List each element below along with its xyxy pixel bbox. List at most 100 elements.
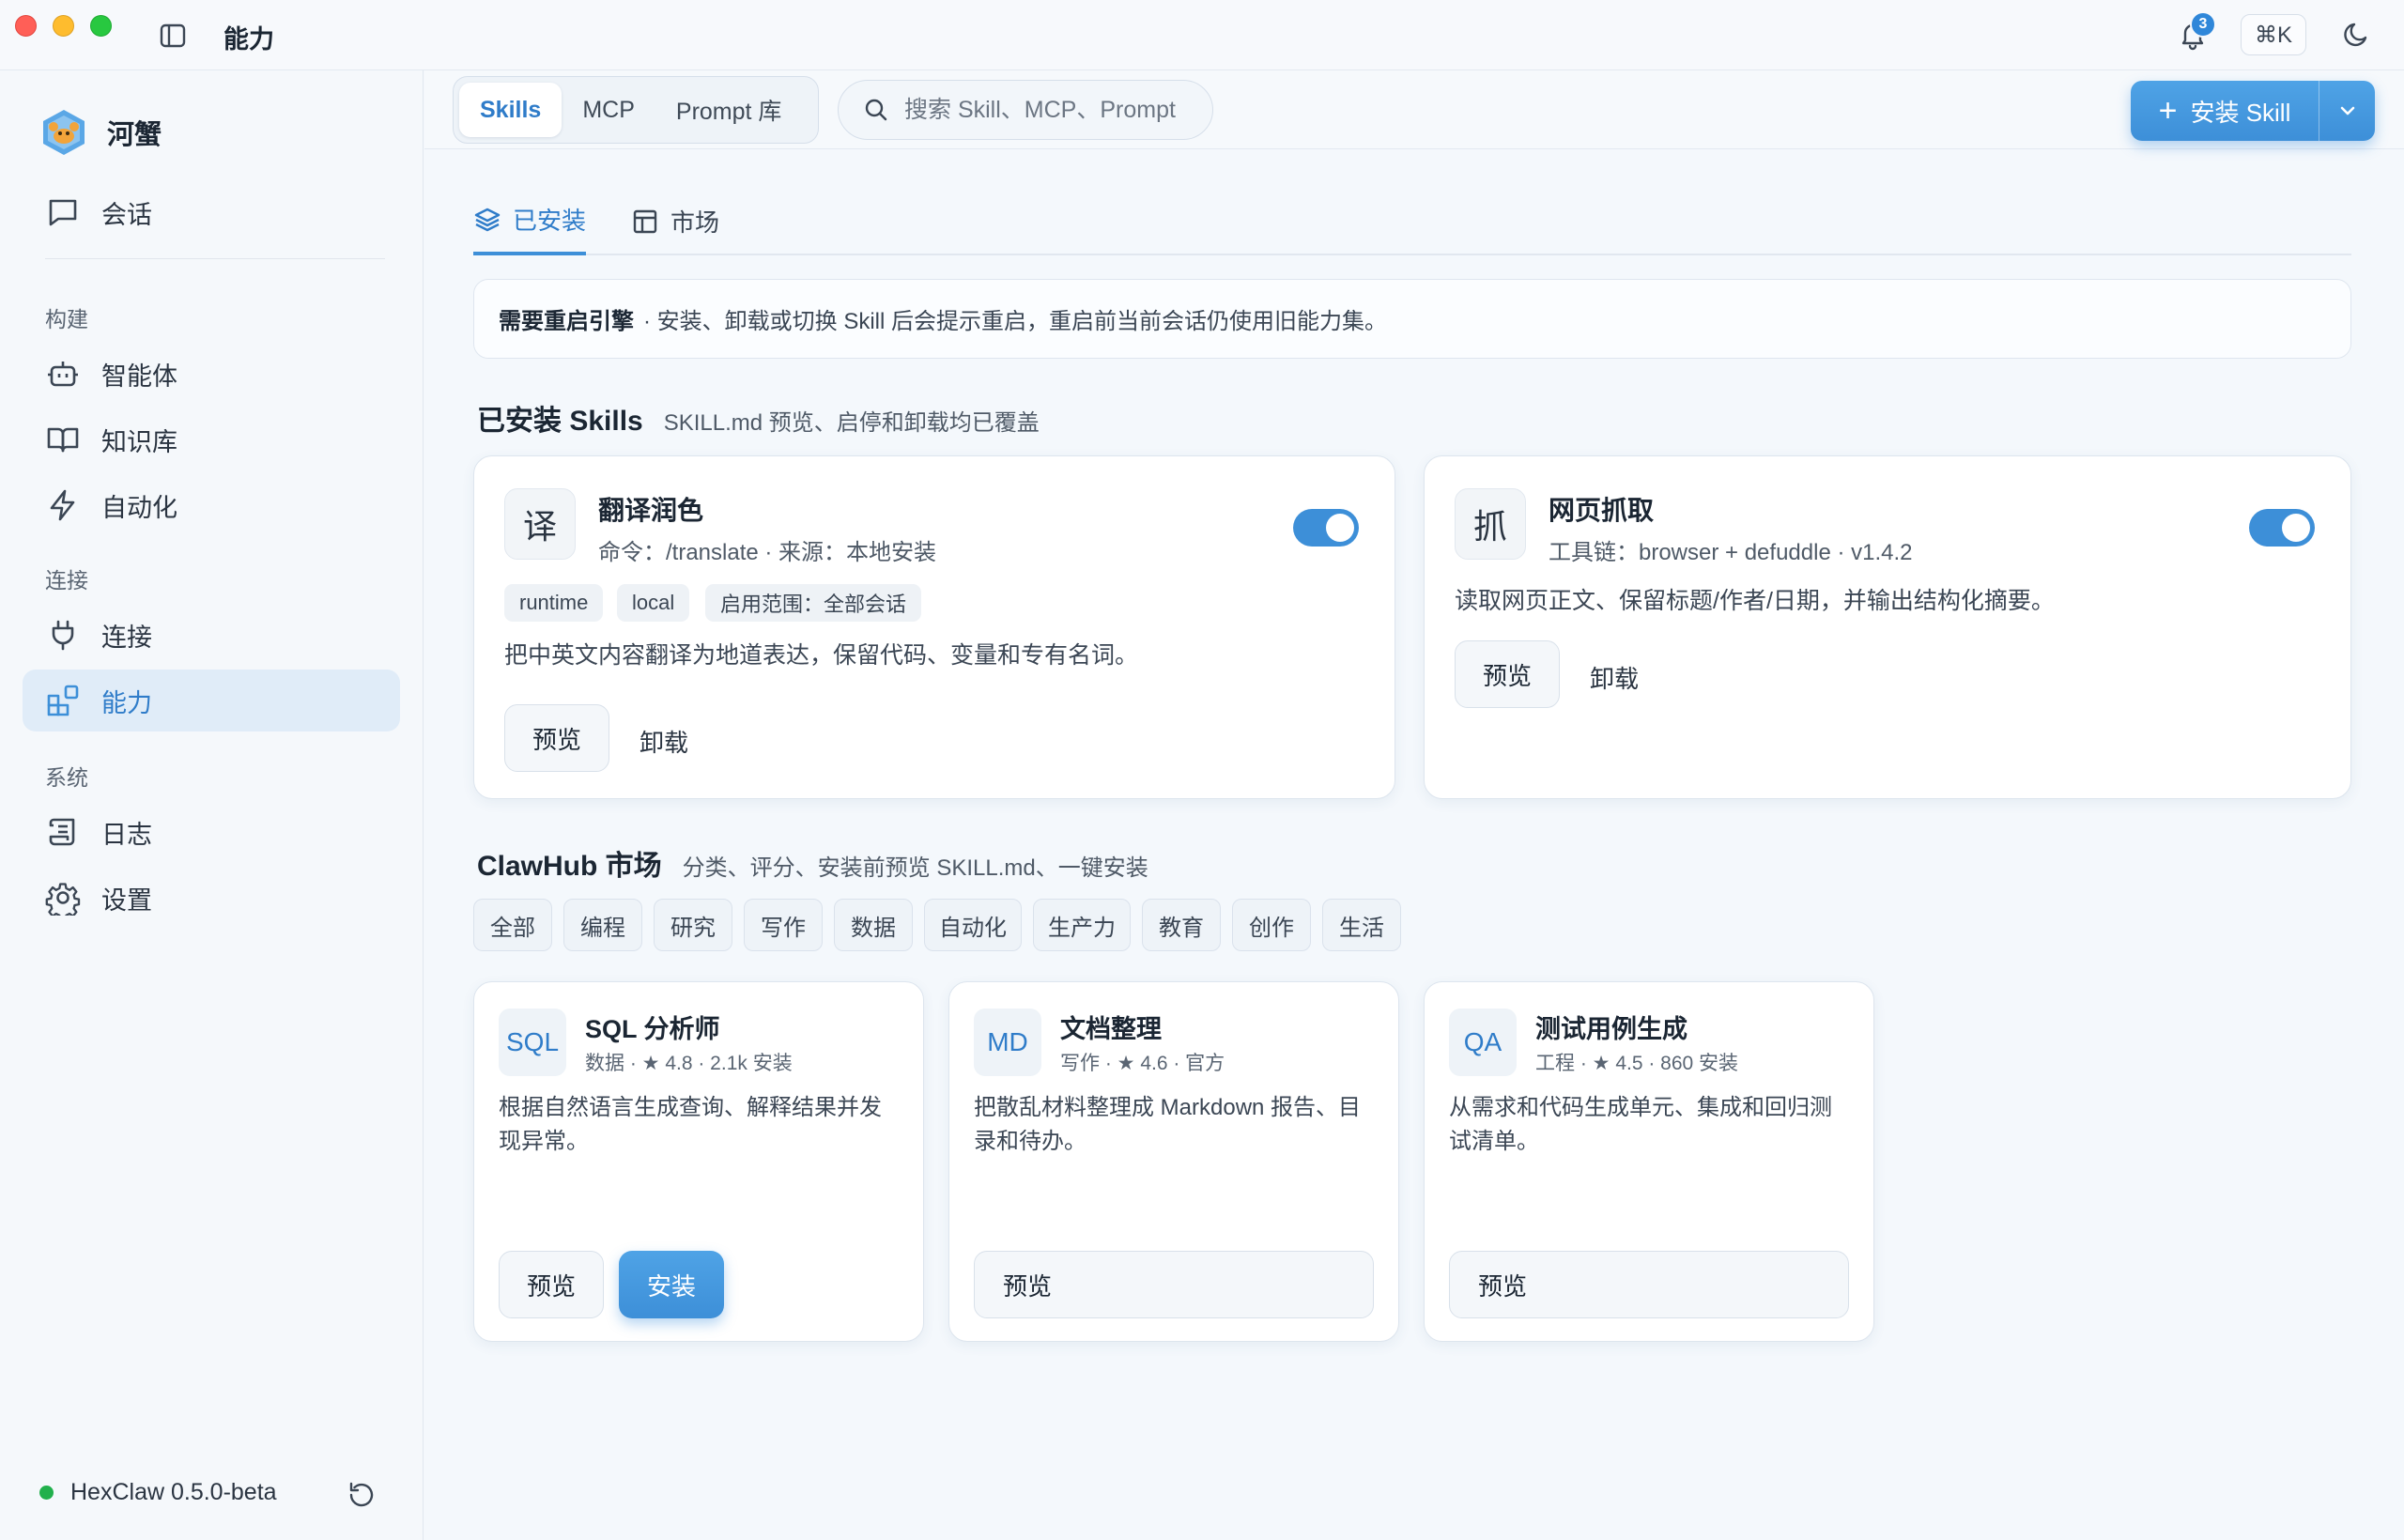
skill-description: 读取网页正文、保留标题/作者/日期，并输出结构化摘要。 xyxy=(1455,588,2055,614)
search-icon xyxy=(865,99,887,121)
market-skill-card: QA 测试用例生成 工程 · ★ 4.5 · 860 安装 从需求和代码生成单元… xyxy=(1424,981,1874,1342)
section-subtitle: SKILL.md 预览、启停和卸载均已覆盖 xyxy=(663,410,1040,436)
moon-icon[interactable] xyxy=(2340,19,2372,51)
market-skill-icon: SQL xyxy=(499,1009,566,1076)
chat-bubble-icon xyxy=(49,199,77,226)
skill-enable-toggle[interactable] xyxy=(1293,509,1359,547)
skill-tag: 启用范围：全部会话 xyxy=(705,584,922,622)
category-filter[interactable]: 全部 xyxy=(473,899,552,951)
preview-button[interactable]: 预览 xyxy=(1449,1251,1849,1318)
brand[interactable]: 河蟹 xyxy=(39,108,162,157)
sidebar-item-connections[interactable]: 连接 xyxy=(23,604,400,666)
category-filter[interactable]: 研究 xyxy=(654,899,732,951)
restart-notice: 需要重启引擎 · 安装、卸载或切换 Skill 后会提示重启，重启前当前会话仍使… xyxy=(473,279,2351,359)
skill-icon: 抓 xyxy=(1455,488,1526,560)
plug-icon xyxy=(52,620,74,651)
sidebar-item-label: 会话 xyxy=(101,200,152,229)
market-skill-description: 从需求和代码生成单元、集成和回归测试清单。 xyxy=(1449,1095,1832,1154)
sidebar-item-knowledge[interactable]: 知识库 xyxy=(23,408,400,470)
sidebar: 河蟹 会话 构建 智能体 知识库 自动化 连接 连接 能力 系统 日志 设置 H… xyxy=(0,70,424,1540)
title-bar: 能力 3 ⌘K xyxy=(0,0,2404,70)
type-segmented-control: Skills MCP Prompt 库 xyxy=(453,76,819,144)
sidebar-toggle-icon[interactable] xyxy=(158,21,188,51)
market-skill-description: 根据自然语言生成查询、解释结果并发现异常。 xyxy=(499,1095,882,1154)
crab-logo-icon xyxy=(39,108,88,157)
segment-mcp[interactable]: MCP xyxy=(562,83,655,137)
skill-meta: 工具链：browser + defuddle · v1.4.2 xyxy=(1549,540,1913,565)
sidebar-item-agents[interactable]: 智能体 xyxy=(23,343,400,405)
window-zoom-button[interactable] xyxy=(90,15,112,37)
market-skill-name: 文档整理 xyxy=(1060,1015,1162,1043)
category-filter[interactable]: 生活 xyxy=(1322,899,1401,951)
install-button[interactable]: 安装 xyxy=(619,1251,724,1318)
sidebar-item-chat[interactable]: 会话 xyxy=(23,181,400,243)
market-skill-meta: 写作 · ★ 4.6 · 官方 xyxy=(1060,1053,1225,1074)
market-skill-icon: QA xyxy=(1449,1009,1517,1076)
sidebar-item-capabilities[interactable]: 能力 xyxy=(23,670,400,732)
install-skill-label: 安装 Skill xyxy=(2190,98,2291,127)
sidebar-item-label: 设置 xyxy=(101,886,152,915)
refresh-icon[interactable] xyxy=(346,1479,378,1511)
skill-description: 把中英文内容翻译为地道表达，保留代码、变量和专有名词。 xyxy=(504,642,1139,669)
segment-prompt-library[interactable]: Prompt 库 xyxy=(655,83,803,137)
robot-icon xyxy=(48,362,78,387)
command-palette-button[interactable]: ⌘K xyxy=(2241,14,2306,55)
preview-button[interactable]: 预览 xyxy=(499,1251,604,1318)
category-filter[interactable]: 创作 xyxy=(1232,899,1311,951)
install-skill-button[interactable]: + 安装 Skill xyxy=(2131,81,2375,141)
version-label: HexClaw 0.5.0-beta xyxy=(70,1479,277,1505)
category-filter[interactable]: 数据 xyxy=(834,899,913,951)
window-minimize-button[interactable] xyxy=(53,15,74,37)
plus-icon: + xyxy=(2158,92,2178,129)
toggle-knob xyxy=(1326,514,1354,542)
uninstall-button[interactable]: 卸载 xyxy=(1590,660,1639,695)
category-filter[interactable]: 写作 xyxy=(744,899,823,951)
toolbar: Skills MCP Prompt 库 + 安装 Skill xyxy=(424,70,2404,149)
install-skill-main[interactable]: + 安装 Skill xyxy=(2131,81,2319,141)
market-skill-card: SQL SQL 分析师 数据 · ★ 4.8 · 2.1k 安装 根据自然语言生… xyxy=(473,981,924,1342)
gear-icon xyxy=(45,883,81,916)
layers-icon xyxy=(474,208,501,231)
notification-badge: 3 xyxy=(2190,11,2216,38)
market-skill-description: 把散乱材料整理成 Markdown 报告、目录和待办。 xyxy=(974,1095,1362,1154)
sidebar-item-label: 知识库 xyxy=(101,427,177,456)
tab-installed[interactable]: 已安装 xyxy=(473,187,586,255)
preview-button[interactable]: 预览 xyxy=(1455,640,1560,708)
window-close-button[interactable] xyxy=(15,15,37,37)
chevron-down-icon xyxy=(2340,106,2354,116)
tab-label: 已安装 xyxy=(513,207,587,235)
page-title: 能力 xyxy=(223,25,274,54)
skill-meta: 命令：/translate · 来源：本地安装 xyxy=(598,540,937,565)
layout-icon xyxy=(633,209,657,233)
tab-market[interactable]: 市场 xyxy=(631,187,725,255)
blocks-icon xyxy=(47,685,79,716)
search-input[interactable] xyxy=(904,96,1205,124)
uninstall-button[interactable]: 卸载 xyxy=(640,724,688,759)
category-filter[interactable]: 编程 xyxy=(563,899,642,951)
skill-enable-toggle[interactable] xyxy=(2249,509,2315,547)
notice-text: · 安装、卸载或切换 Skill 后会提示重启，重启前当前会话仍使用旧能力集。 xyxy=(643,309,1387,334)
section-label-connect: 连接 xyxy=(45,568,88,593)
sidebar-item-logs[interactable]: 日志 xyxy=(23,801,400,863)
market-skill-meta: 工程 · ★ 4.5 · 860 安装 xyxy=(1535,1053,1739,1074)
sidebar-item-label: 连接 xyxy=(101,623,152,652)
install-options-dropdown[interactable] xyxy=(2319,81,2375,141)
sidebar-item-automation[interactable]: 自动化 xyxy=(23,474,400,536)
version-status: HexClaw 0.5.0-beta xyxy=(39,1479,277,1506)
preview-button[interactable]: 预览 xyxy=(504,704,609,772)
skill-name: 网页抓取 xyxy=(1549,496,1655,525)
main-content: Skills MCP Prompt 库 + 安装 Skill xyxy=(424,70,2404,1540)
sidebar-item-settings[interactable]: 设置 xyxy=(23,867,400,929)
category-filter[interactable]: 教育 xyxy=(1142,899,1221,951)
category-filter[interactable]: 自动化 xyxy=(924,899,1022,951)
category-filter[interactable]: 生产力 xyxy=(1033,899,1131,951)
market-skill-meta: 数据 · ★ 4.8 · 2.1k 安装 xyxy=(585,1053,793,1074)
search-box[interactable] xyxy=(838,80,1213,140)
section-label-build: 构建 xyxy=(45,307,88,331)
brand-name: 河蟹 xyxy=(107,120,162,150)
segment-skills[interactable]: Skills xyxy=(459,83,562,137)
preview-button[interactable]: 预览 xyxy=(974,1251,1374,1318)
section-title: 已安装 Skills xyxy=(477,406,643,437)
market-skill-card: MD 文档整理 写作 · ★ 4.6 · 官方 把散乱材料整理成 Markdow… xyxy=(948,981,1399,1342)
notice-strong: 需要重启引擎 xyxy=(499,309,634,334)
